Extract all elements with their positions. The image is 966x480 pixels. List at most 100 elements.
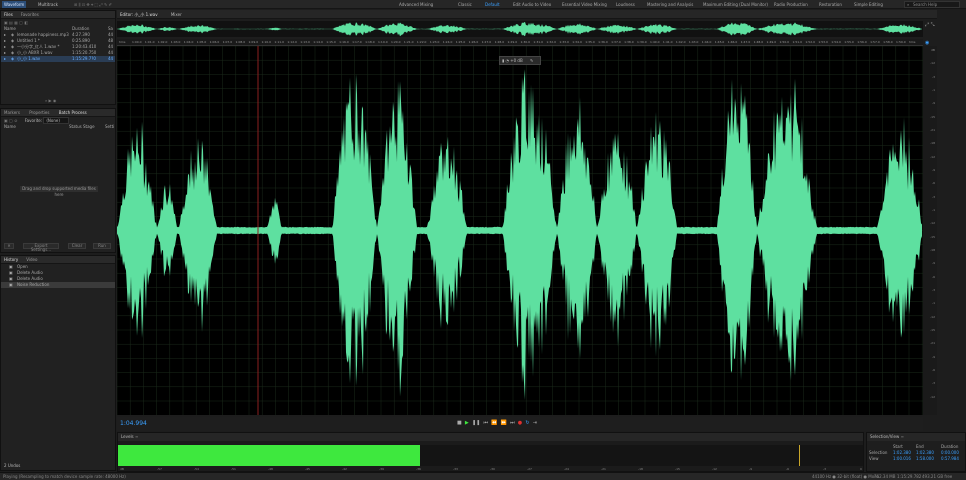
- batch-toolbar-icons[interactable]: ▣ ▢ ⊘: [4, 118, 17, 123]
- tab-properties[interactable]: Properties: [29, 109, 49, 117]
- batch-panel: Markers Properties Batch Process ▣ ▢ ⊘ F…: [0, 108, 116, 253]
- ruler-label: 1:57.0: [870, 40, 880, 44]
- tab-editor[interactable]: Editor: 小_小 1.wav: [120, 12, 158, 17]
- db-label: -9: [932, 168, 935, 172]
- top-bar: Waveform Multitrack ⊞ ⫼ ⊡ ✥ ⌖ ⬚ ⤢ ✎ ✐ Ad…: [0, 0, 966, 9]
- workspace-simple-editing[interactable]: Simple Editing: [854, 1, 883, 8]
- workspace-essential-video-mixing[interactable]: Essential Video Mixing: [562, 1, 607, 8]
- level-scale-label: -12: [712, 467, 717, 471]
- clear-button[interactable]: Clear: [68, 243, 86, 249]
- favorite-label: Favorite:: [24, 118, 43, 123]
- batch-header-settings[interactable]: Setti: [105, 124, 114, 130]
- workspace-classic[interactable]: Classic: [458, 1, 472, 8]
- level-scale-label: -33: [453, 467, 458, 471]
- tab-mixer[interactable]: Mixer: [171, 12, 182, 17]
- ruler-label: hms: [119, 40, 126, 44]
- ruler-label: 1:13.0: [300, 40, 310, 44]
- ruler-label: 1:11.0: [274, 40, 285, 44]
- workspace-advanced-mixing[interactable]: Advanced Mixing: [399, 1, 433, 8]
- level-scale-label: -6: [786, 467, 789, 471]
- batch-header-name[interactable]: Name: [4, 124, 16, 130]
- files-toolbar[interactable]: ▣ ▤ ▦ ▢ ◧: [1, 19, 115, 26]
- status-format: 44100 Hz ● 32-bit (float) ● Mono: [812, 474, 880, 479]
- batch-header-status[interactable]: Status: [69, 124, 82, 130]
- ruler-label: 1:36.0: [598, 40, 608, 44]
- run-button[interactable]: Run: [93, 243, 111, 249]
- workspace-default[interactable]: Default: [485, 1, 500, 8]
- tab-batch-process[interactable]: Batch Process: [59, 109, 87, 117]
- db-label: -6: [932, 274, 935, 279]
- db-label: -9: [932, 261, 935, 266]
- favorite-select[interactable]: (None): [43, 117, 69, 124]
- rewind-icon[interactable]: ⏪: [491, 420, 497, 426]
- editor-tabbar: Editor: 小_小 1.wav Mixer: [117, 10, 937, 19]
- mode-waveform[interactable]: Waveform: [2, 1, 27, 8]
- level-meter-track: [118, 445, 863, 466]
- sv-view-end[interactable]: 1:58.000: [916, 456, 934, 462]
- selection-menu-icon[interactable]: ≡: [901, 434, 904, 439]
- workspace-loudness[interactable]: Loudness: [616, 1, 635, 8]
- waveform-path: [117, 69, 922, 400]
- batch-header-stage[interactable]: Stage: [83, 124, 95, 130]
- expand-icon[interactable]: ▸: [4, 56, 6, 62]
- ruler-label: 1:35.0: [585, 40, 595, 44]
- workspace-maximum-editing[interactable]: Maximum Editing (Dual Monitor): [703, 1, 768, 8]
- mode-multitrack[interactable]: Multitrack: [36, 1, 60, 8]
- stop-icon[interactable]: ■: [457, 420, 462, 426]
- sv-view-duration[interactable]: 0:57.984: [941, 456, 959, 462]
- history-icon: ▣: [9, 282, 13, 287]
- search-input[interactable]: ⌕ Search Help: [904, 1, 960, 8]
- files-panel: Files Favorites ▣ ▤ ▦ ▢ ◧ Name Duration S…: [0, 10, 116, 105]
- time-ruler[interactable]: hms 1:00.0 1:01.0 1:02.0 1:03.0 1:04.0 1:05.0 1…: [117, 39, 923, 46]
- export-settings-button[interactable]: Export Settings...: [23, 243, 59, 252]
- files-bottom-icons[interactable]: ⌕ ▶ ◉: [45, 98, 56, 103]
- workspace-mastering[interactable]: Mastering and Analysis: [647, 1, 693, 8]
- play-icon[interactable]: ▶: [465, 420, 469, 426]
- db-label: -21: [930, 341, 935, 346]
- ruler-label: 1:12.0: [287, 40, 297, 44]
- record-icon[interactable]: ●: [518, 420, 522, 426]
- search-icon: ⌕: [907, 2, 910, 7]
- file-duration: 1:15:29.7?0: [72, 56, 96, 61]
- skip-selection-icon[interactable]: ⇥: [533, 420, 537, 426]
- hud-pin-icon[interactable]: ✎: [530, 58, 533, 63]
- history-item[interactable]: ▣ Noise Reduction: [1, 282, 115, 288]
- db-label: -3: [932, 74, 935, 79]
- ruler-label: 1:27.0: [481, 40, 492, 44]
- tab-favorites[interactable]: Favorites: [21, 11, 39, 19]
- db-label: -15: [930, 328, 935, 332]
- sv-view-label: View: [869, 456, 879, 461]
- status-bar: Playing (Resampling to match device samp…: [0, 472, 966, 480]
- file-row[interactable]: ▸ ◈ 小_小 1.wav 1:15:29.7?0 44: [1, 56, 115, 62]
- ruler-label: 1:46.0: [727, 40, 738, 44]
- levels-menu-icon[interactable]: ≡: [135, 434, 138, 439]
- ruler-label: 1:43.0: [688, 40, 699, 44]
- ruler-label: 1:56.0: [857, 40, 867, 44]
- skip-start-icon[interactable]: ⏮: [484, 420, 489, 426]
- level-scale-label: -9: [749, 467, 752, 471]
- workspace-restoration[interactable]: Restoration: [819, 1, 842, 8]
- zoom-icons[interactable]: ⤢ ⤡: [925, 22, 935, 28]
- toolbar-icons[interactable]: ⊞ ⫼ ⊡ ✥ ⌖ ⬚ ⤢ ✎ ✐: [72, 1, 114, 8]
- waveform-path: [117, 22, 922, 37]
- skip-end-icon[interactable]: ⏭: [510, 420, 515, 426]
- tab-files[interactable]: Files: [4, 11, 13, 19]
- waveform-overview[interactable]: [117, 21, 923, 37]
- tab-video[interactable]: Video: [26, 256, 37, 264]
- tab-history[interactable]: History: [4, 256, 18, 264]
- batch-remove-button[interactable]: ✕: [4, 243, 14, 249]
- amplitude-hud[interactable]: ▮ ◔ +0 dB ✎: [499, 56, 541, 65]
- workspace-radio-production[interactable]: Radio Production: [774, 1, 808, 8]
- waveform-display[interactable]: ▮ ◔ +0 dB ✎: [116, 45, 923, 415]
- level-meter-fill: [118, 445, 420, 466]
- loop-icon[interactable]: ↻: [525, 420, 529, 426]
- workspace-edit-audio-to-video[interactable]: Edit Audio to Video: [513, 1, 551, 8]
- level-scale-label: -36: [416, 467, 421, 471]
- forward-icon[interactable]: ⏩: [501, 420, 507, 426]
- hud-knob-icon[interactable]: ◔: [505, 58, 509, 63]
- status-free-space: 493.21 GB free: [922, 474, 953, 479]
- waveform-canvas: [116, 45, 923, 415]
- pause-icon[interactable]: ❚❚: [472, 420, 480, 426]
- tab-markers[interactable]: Markers: [4, 109, 20, 117]
- sv-view-start[interactable]: 1:00.016: [893, 456, 911, 462]
